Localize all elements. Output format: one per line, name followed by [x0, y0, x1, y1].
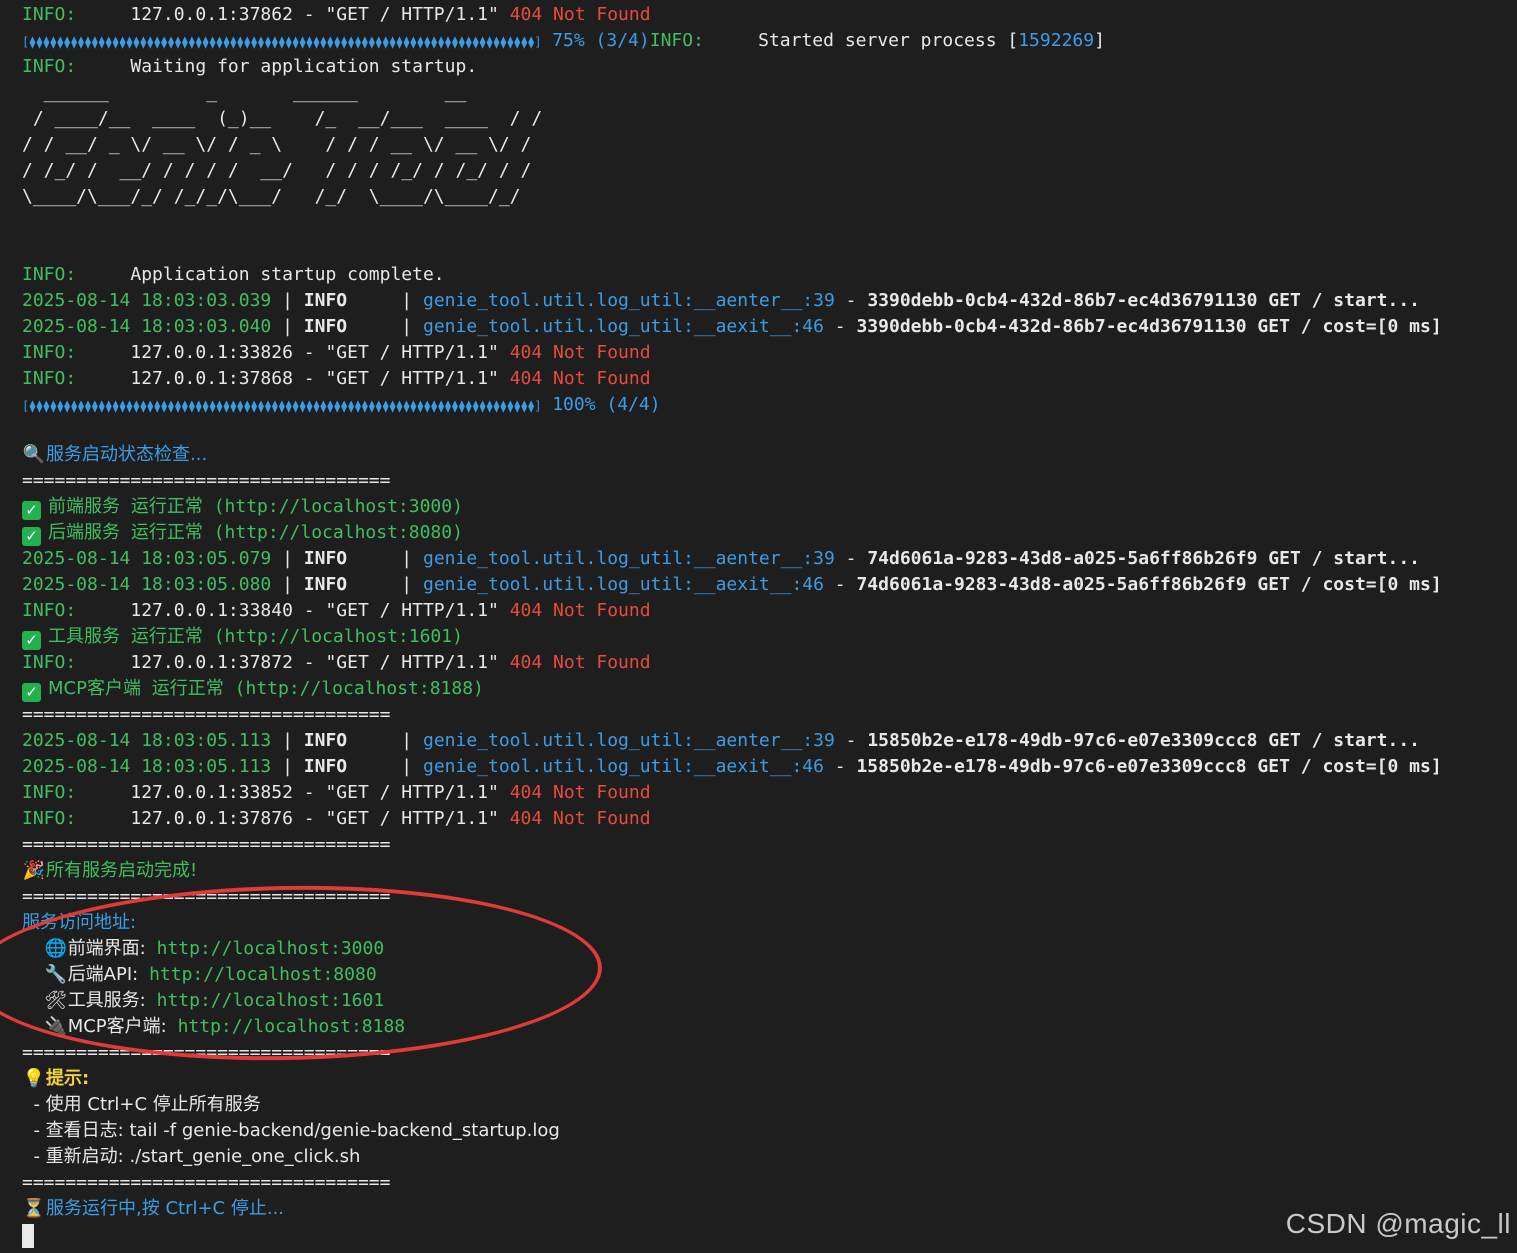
separator: ==================================	[22, 1172, 391, 1193]
separator: ==================================	[22, 834, 391, 855]
status-check-title: 🔍服务启动状态检查...	[22, 442, 1512, 468]
terminal-output[interactable]: INFO: 127.0.0.1:37862 - "GET / HTTP/1.1"…	[22, 2, 1512, 1222]
access-title: 服务访问地址:	[22, 912, 137, 933]
log-line: INFO: Waiting for application startup.	[22, 56, 478, 77]
log-line: INFO: 127.0.0.1:33840 - "GET / HTTP/1.1"…	[22, 600, 651, 621]
separator: ==================================	[22, 1042, 391, 1063]
log-line: INFO: Application startup complete.	[22, 264, 445, 285]
service-status: ✓ 后端服务 运行正常 (http://localhost:8080)	[22, 520, 1512, 546]
log-line: 2025-08-14 18:03:05.113 | INFO | genie_t…	[22, 756, 1442, 777]
log-line: INFO: 127.0.0.1:37868 - "GET / HTTP/1.1"…	[22, 368, 651, 389]
log-line: INFO: 127.0.0.1:37876 - "GET / HTTP/1.1"…	[22, 808, 651, 829]
progress-line: [⧫⧫⧫⧫⧫⧫⧫⧫⧫⧫⧫⧫⧫⧫⧫⧫⧫⧫⧫⧫⧫⧫⧫⧫⧫⧫⧫⧫⧫⧫⧫⧫⧫⧫⧫⧫⧫⧫⧫…	[22, 394, 661, 415]
log-line: INFO: 127.0.0.1:37872 - "GET / HTTP/1.1"…	[22, 652, 651, 673]
service-status: ✓ MCP客户端 运行正常 (http://localhost:8188)	[22, 676, 1512, 702]
service-status: ✓ 工具服务 运行正常 (http://localhost:1601)	[22, 624, 1512, 650]
party-popper-icon: 🎉	[22, 860, 46, 881]
url-link[interactable]: http://localhost:1601	[157, 990, 385, 1011]
access-url-row: 🔌MCP客户端: http://localhost:8188	[22, 1014, 1512, 1040]
separator: ==================================	[22, 470, 391, 491]
access-url-row: 🛠工具服务: http://localhost:1601	[22, 988, 1512, 1014]
tips-title: 💡提示:	[22, 1066, 1512, 1092]
progress-line: [⧫⧫⧫⧫⧫⧫⧫⧫⧫⧫⧫⧫⧫⧫⧫⧫⧫⧫⧫⧫⧫⧫⧫⧫⧫⧫⧫⧫⧫⧫⧫⧫⧫⧫⧫⧫⧫⧫⧫…	[22, 30, 1105, 51]
log-line: INFO: 127.0.0.1:33826 - "GET / HTTP/1.1"…	[22, 342, 651, 363]
ascii-banner: ______ _ ______ __ / ____/__ ____ (_)__ …	[22, 82, 543, 207]
magnifier-icon: 🔍	[22, 444, 46, 465]
all-done-message: 🎉所有服务启动完成!	[22, 858, 1512, 884]
terminal-cursor	[22, 1224, 34, 1248]
lightbulb-icon: 💡	[22, 1068, 46, 1089]
tools-icon: 🛠	[44, 990, 68, 1011]
wrench-icon: 🔧	[44, 964, 67, 985]
log-line: INFO: 127.0.0.1:33852 - "GET / HTTP/1.1"…	[22, 782, 651, 803]
progress-bar: [⧫⧫⧫⧫⧫⧫⧫⧫⧫⧫⧫⧫⧫⧫⧫⧫⧫⧫⧫⧫⧫⧫⧫⧫⧫⧫⧫⧫⧫⧫⧫⧫⧫⧫⧫⧫⧫⧫⧫…	[22, 35, 542, 49]
log-line: 2025-08-14 18:03:05.113 | INFO | genie_t…	[22, 730, 1420, 751]
separator: ==================================	[22, 886, 391, 907]
service-status: ✓ 前端服务 运行正常 (http://localhost:3000)	[22, 494, 1512, 520]
plug-icon: 🔌	[44, 1016, 67, 1037]
log-line: 2025-08-14 18:03:03.039 | INFO | genie_t…	[22, 290, 1420, 311]
log-line: INFO: 127.0.0.1:37862 - "GET / HTTP/1.1"…	[22, 4, 651, 25]
check-icon: ✓	[22, 683, 41, 702]
globe-icon: 🌐	[44, 938, 67, 959]
check-icon: ✓	[22, 527, 41, 546]
hourglass-icon: ⏳	[22, 1198, 46, 1219]
separator: ==================================	[22, 704, 391, 725]
tip-item: - 查看日志: tail -f genie-backend/genie-back…	[33, 1120, 560, 1141]
check-icon: ✓	[22, 501, 41, 520]
tip-item: - 重新启动: ./start_genie_one_click.sh	[33, 1146, 361, 1167]
url-link[interactable]: http://localhost:8080	[149, 964, 377, 985]
access-url-row: 🔧后端API: http://localhost:8080	[22, 962, 1512, 988]
log-line: 2025-08-14 18:03:05.079 | INFO | genie_t…	[22, 548, 1420, 569]
check-icon: ✓	[22, 631, 41, 650]
tip-item: - 使用 Ctrl+C 停止所有服务	[33, 1094, 261, 1115]
access-url-row: 🌐前端界面: http://localhost:3000	[22, 936, 1512, 962]
log-line: 2025-08-14 18:03:03.040 | INFO | genie_t…	[22, 316, 1442, 337]
log-line: 2025-08-14 18:03:05.080 | INFO | genie_t…	[22, 574, 1442, 595]
url-link[interactable]: http://localhost:8188	[178, 1016, 406, 1037]
url-link[interactable]: http://localhost:3000	[157, 938, 385, 959]
progress-bar: [⧫⧫⧫⧫⧫⧫⧫⧫⧫⧫⧫⧫⧫⧫⧫⧫⧫⧫⧫⧫⧫⧫⧫⧫⧫⧫⧫⧫⧫⧫⧫⧫⧫⧫⧫⧫⧫⧫⧫…	[22, 399, 542, 413]
watermark: CSDN @magic_ll	[1285, 1208, 1511, 1239]
